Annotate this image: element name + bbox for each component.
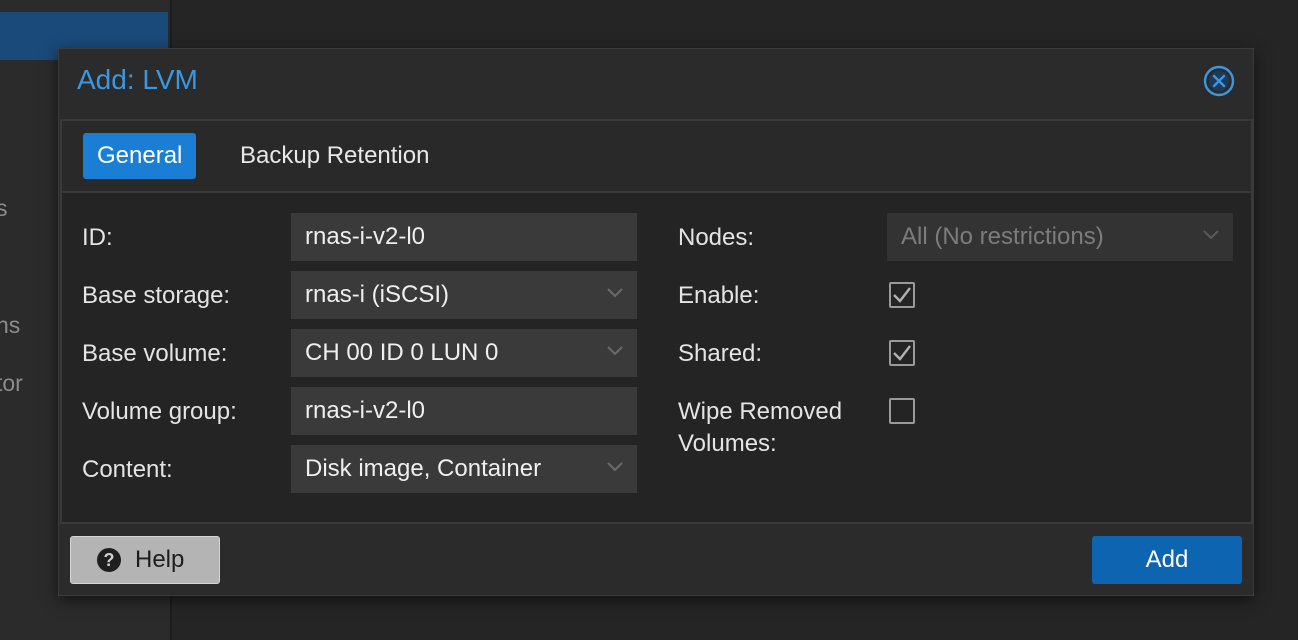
tab-bar: General Backup Retention bbox=[62, 121, 1251, 193]
id-input[interactable]: rnas-i-v2-l0 bbox=[291, 213, 637, 261]
base-storage-value: rnas-i (iSCSI) bbox=[305, 281, 450, 308]
base-storage-label: Base storage: bbox=[82, 282, 231, 309]
checkmark-icon bbox=[893, 287, 911, 303]
wipe-label-line1: Wipe Removed bbox=[678, 398, 843, 425]
add-lvm-dialog: Add: LVM General Backup Retention ID: rn… bbox=[58, 48, 1254, 596]
base-volume-label: Base volume: bbox=[82, 340, 228, 367]
chevron-down-icon bbox=[607, 288, 623, 298]
id-label: ID: bbox=[82, 224, 113, 251]
background-sidebar-item: ns bbox=[0, 312, 21, 338]
base-volume-select[interactable]: CH 00 ID 0 LUN 0 bbox=[291, 329, 637, 377]
help-button-label: Help bbox=[135, 546, 185, 573]
wipe-removed-volumes-checkbox[interactable] bbox=[889, 398, 915, 424]
wipe-label-line2: Volumes: bbox=[678, 430, 777, 457]
checkmark-icon bbox=[893, 345, 911, 361]
chevron-down-icon bbox=[607, 462, 623, 472]
content-label: Content: bbox=[82, 456, 173, 483]
shared-checkbox[interactable] bbox=[889, 340, 915, 366]
add-button[interactable]: Add bbox=[1092, 536, 1242, 584]
nodes-label: Nodes: bbox=[678, 224, 755, 251]
enable-label: Enable: bbox=[678, 282, 760, 309]
id-value: rnas-i-v2-l0 bbox=[305, 223, 426, 250]
tab-backup-retention[interactable]: Backup Retention bbox=[226, 133, 443, 179]
enable-checkbox[interactable] bbox=[889, 282, 915, 308]
nodes-select[interactable]: All (No restrictions) bbox=[887, 213, 1233, 261]
base-volume-value: CH 00 ID 0 LUN 0 bbox=[305, 339, 499, 366]
chevron-down-icon bbox=[1203, 230, 1219, 240]
shared-label: Shared: bbox=[678, 340, 763, 367]
tab-general[interactable]: General bbox=[83, 133, 197, 179]
wipe-removed-volumes-label: Wipe Removed Volumes: bbox=[678, 396, 842, 460]
question-circle-icon: ? bbox=[97, 548, 121, 572]
volume-group-label: Volume group: bbox=[82, 398, 237, 425]
dialog-title: Add: LVM bbox=[77, 64, 198, 95]
chevron-down-icon bbox=[607, 346, 623, 356]
base-storage-select[interactable]: rnas-i (iSCSI) bbox=[291, 271, 637, 319]
nodes-value: All (No restrictions) bbox=[901, 223, 1104, 250]
close-icon[interactable] bbox=[1203, 65, 1235, 97]
volume-group-input[interactable]: rnas-i-v2-l0 bbox=[291, 387, 637, 435]
background-sidebar-item: s bbox=[0, 195, 8, 221]
content-value: Disk image, Container bbox=[305, 455, 542, 482]
content-select[interactable]: Disk image, Container bbox=[291, 445, 637, 493]
volume-group-value: rnas-i-v2-l0 bbox=[305, 397, 426, 424]
help-button[interactable]: ? Help bbox=[70, 536, 220, 584]
dialog-panel: General Backup Retention ID: rnas-i-v2-l… bbox=[60, 119, 1253, 524]
background-sidebar-item: tor bbox=[0, 370, 23, 396]
